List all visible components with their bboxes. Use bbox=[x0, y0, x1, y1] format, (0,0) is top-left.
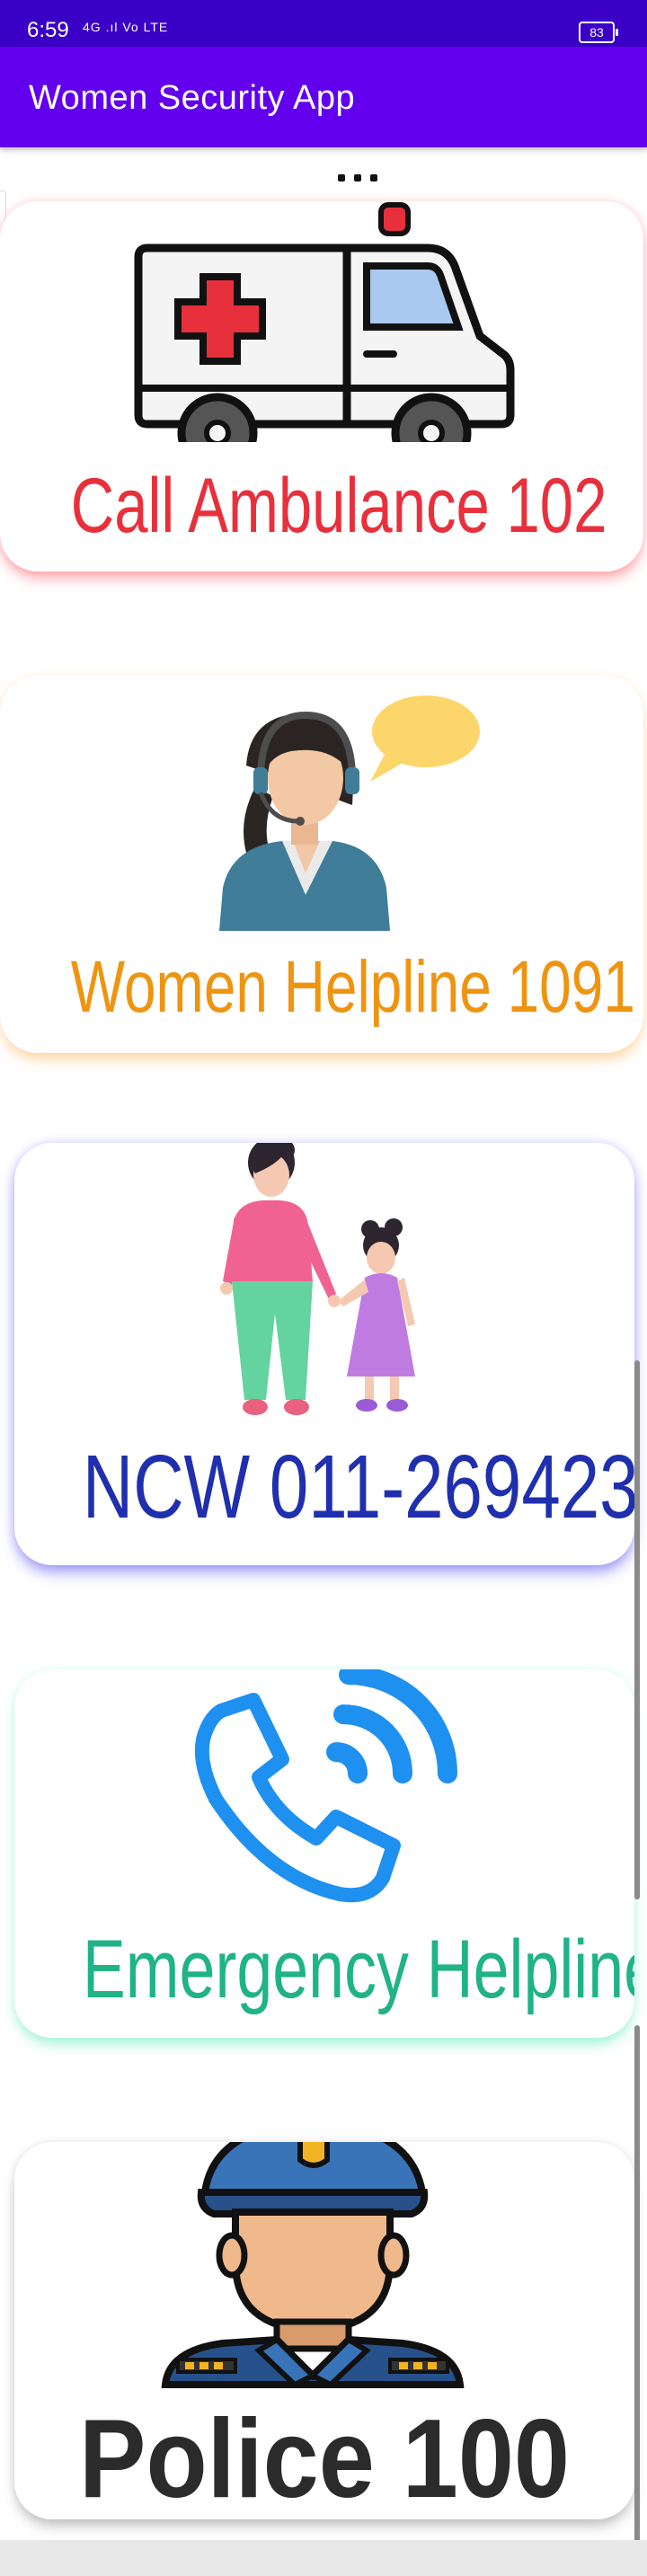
ncw-label: NCW 011-26942369 bbox=[82, 1437, 634, 1537]
ambulance-icon bbox=[131, 202, 518, 455]
status-time: 6:59 bbox=[27, 18, 69, 42]
app-bar: Women Security App bbox=[0, 47, 647, 147]
dots-icon bbox=[338, 174, 377, 181]
scrollbar-track-segment bbox=[634, 2025, 640, 2540]
emergency-helpline-card[interactable]: Emergency Helpline 112 bbox=[14, 1669, 634, 2038]
helpline-operator-icon bbox=[219, 695, 480, 931]
police-label: Police 100 bbox=[79, 2397, 570, 2519]
signal-icon: 4G .ıl Vo LTE bbox=[83, 20, 169, 34]
card-list[interactable]: Call Ambulance 102 Women Helpline 1091 N… bbox=[0, 147, 647, 2540]
women-helpline-label: Women Helpline 1091 bbox=[70, 946, 635, 1028]
scrollbar-thumb[interactable] bbox=[634, 1360, 640, 1899]
phone-call-icon bbox=[194, 1669, 457, 1903]
status-bar: 6:59 4G .ıl Vo LTE 83 bbox=[0, 0, 647, 47]
ambulance-label: Call Ambulance 102 bbox=[70, 463, 607, 549]
ambulance-card[interactable]: Call Ambulance 102 bbox=[0, 201, 643, 571]
app-title: Women Security App bbox=[29, 79, 356, 117]
mother-daughter-icon bbox=[220, 1143, 415, 1415]
police-card[interactable]: Police 100 bbox=[14, 2142, 634, 2519]
police-officer-icon bbox=[160, 2142, 465, 2403]
emergency-helpline-label: Emergency Helpline 112 bbox=[82, 1924, 634, 2015]
navigation-bar bbox=[0, 2540, 647, 2576]
battery-icon: 83 bbox=[579, 22, 618, 43]
women-helpline-card[interactable]: Women Helpline 1091 bbox=[0, 676, 643, 1053]
battery-level: 83 bbox=[589, 25, 604, 40]
scrollbar[interactable] bbox=[634, 1360, 640, 2540]
ncw-card[interactable]: NCW 011-26942369 bbox=[14, 1143, 634, 1565]
